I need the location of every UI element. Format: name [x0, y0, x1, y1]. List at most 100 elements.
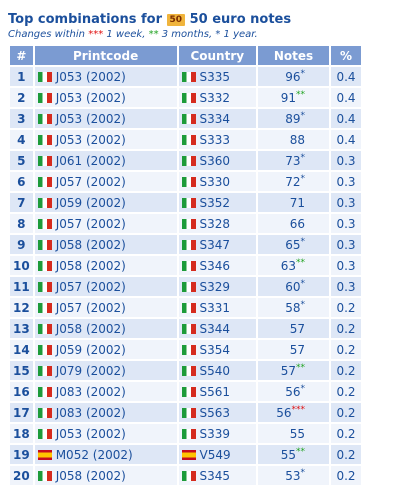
country-cell[interactable]: S331 — [178, 298, 256, 317]
printcode-link[interactable]: J058 (2002) — [56, 322, 126, 336]
table-row[interactable]: 10 J058 (2002) S346 63** 0.3 — [10, 256, 361, 275]
country-cell[interactable]: V549 — [178, 445, 256, 464]
column-header-printcode[interactable]: Printcode — [34, 46, 177, 65]
printcode-link[interactable]: J058 (2002) — [56, 238, 126, 252]
printcode-link[interactable]: J058 (2002) — [56, 469, 126, 483]
column-header-percent[interactable]: % — [331, 46, 361, 65]
country-cell[interactable]: S352 — [178, 193, 256, 212]
country-code-link[interactable]: S344 — [200, 322, 231, 336]
country-cell[interactable]: S344 — [178, 319, 256, 338]
printcode-link[interactable]: J053 (2002) — [56, 91, 126, 105]
country-code-link[interactable]: S329 — [200, 280, 231, 294]
printcode-cell[interactable]: J053 (2002) — [34, 109, 177, 128]
printcode-cell[interactable]: J053 (2002) — [34, 88, 177, 107]
column-header-notes[interactable]: Notes — [258, 46, 329, 65]
country-cell[interactable]: S339 — [178, 424, 256, 443]
country-cell[interactable]: S345 — [178, 466, 256, 485]
country-cell[interactable]: S354 — [178, 340, 256, 359]
country-code-link[interactable]: S334 — [200, 112, 231, 126]
country-code-link[interactable]: V549 — [200, 448, 231, 462]
printcode-cell[interactable]: J057 (2002) — [34, 172, 177, 191]
country-code-link[interactable]: S345 — [200, 469, 231, 483]
printcode-link[interactable]: J053 (2002) — [56, 70, 126, 84]
printcode-link[interactable]: J061 (2002) — [56, 154, 126, 168]
table-row[interactable]: 6 J057 (2002) S330 72* 0.3 — [10, 172, 361, 191]
country-cell[interactable]: S332 — [178, 88, 256, 107]
printcode-cell[interactable]: J083 (2002) — [34, 382, 177, 401]
country-cell[interactable]: S360 — [178, 151, 256, 170]
country-code-link[interactable]: S346 — [200, 259, 231, 273]
country-code-link[interactable]: S331 — [200, 301, 231, 315]
printcode-cell[interactable]: M052 (2002) — [34, 445, 177, 464]
table-row[interactable]: 13 J058 (2002) S344 57 0.2 — [10, 319, 361, 338]
country-cell[interactable]: S333 — [178, 130, 256, 149]
printcode-link[interactable]: J079 (2002) — [56, 364, 126, 378]
table-row[interactable]: 14 J059 (2002) S354 57 0.2 — [10, 340, 361, 359]
country-code-link[interactable]: S360 — [200, 154, 231, 168]
table-row[interactable]: 1 J053 (2002) S335 96* 0.4 — [10, 67, 361, 86]
country-code-link[interactable]: S561 — [200, 385, 231, 399]
table-row[interactable]: 19 M052 (2002) V549 55** 0.2 — [10, 445, 361, 464]
country-code-link[interactable]: S563 — [200, 406, 231, 420]
printcode-cell[interactable]: J058 (2002) — [34, 235, 177, 254]
country-code-link[interactable]: S335 — [200, 70, 231, 84]
country-cell[interactable]: S330 — [178, 172, 256, 191]
table-row[interactable]: 18 J053 (2002) S339 55 0.2 — [10, 424, 361, 443]
table-row[interactable]: 15 J079 (2002) S540 57** 0.2 — [10, 361, 361, 380]
table-row[interactable]: 2 J053 (2002) S332 91** 0.4 — [10, 88, 361, 107]
table-row[interactable]: 20 J058 (2002) S345 53* 0.2 — [10, 466, 361, 485]
printcode-cell[interactable]: J079 (2002) — [34, 361, 177, 380]
printcode-link[interactable]: J058 (2002) — [56, 259, 126, 273]
country-code-link[interactable]: S347 — [200, 238, 231, 252]
printcode-cell[interactable]: J059 (2002) — [34, 340, 177, 359]
printcode-link[interactable]: J059 (2002) — [56, 343, 126, 357]
printcode-link[interactable]: J057 (2002) — [56, 301, 126, 315]
country-cell[interactable]: S561 — [178, 382, 256, 401]
table-row[interactable]: 5 J061 (2002) S360 73* 0.3 — [10, 151, 361, 170]
country-code-link[interactable]: S339 — [200, 427, 231, 441]
printcode-cell[interactable]: J058 (2002) — [34, 319, 177, 338]
country-cell[interactable]: S563 — [178, 403, 256, 422]
table-row[interactable]: 9 J058 (2002) S347 65* 0.3 — [10, 235, 361, 254]
table-row[interactable]: 16 J083 (2002) S561 56* 0.2 — [10, 382, 361, 401]
country-cell[interactable]: S335 — [178, 67, 256, 86]
table-row[interactable]: 7 J059 (2002) S352 71 0.3 — [10, 193, 361, 212]
printcode-link[interactable]: J083 (2002) — [56, 406, 126, 420]
table-row[interactable]: 17 J083 (2002) S563 56*** 0.2 — [10, 403, 361, 422]
printcode-link[interactable]: J053 (2002) — [56, 133, 126, 147]
printcode-cell[interactable]: J057 (2002) — [34, 298, 177, 317]
printcode-cell[interactable]: J053 (2002) — [34, 424, 177, 443]
country-cell[interactable]: S346 — [178, 256, 256, 275]
printcode-cell[interactable]: J083 (2002) — [34, 403, 177, 422]
country-code-link[interactable]: S354 — [200, 343, 231, 357]
printcode-cell[interactable]: J057 (2002) — [34, 277, 177, 296]
printcode-cell[interactable]: J053 (2002) — [34, 130, 177, 149]
country-cell[interactable]: S328 — [178, 214, 256, 233]
country-cell[interactable]: S334 — [178, 109, 256, 128]
table-row[interactable]: 11 J057 (2002) S329 60* 0.3 — [10, 277, 361, 296]
column-header-rank[interactable]: # — [10, 46, 33, 65]
printcode-link[interactable]: J083 (2002) — [56, 385, 126, 399]
country-code-link[interactable]: S332 — [200, 91, 231, 105]
printcode-link[interactable]: M052 (2002) — [56, 448, 133, 462]
country-code-link[interactable]: S330 — [200, 175, 231, 189]
country-cell[interactable]: S347 — [178, 235, 256, 254]
country-code-link[interactable]: S352 — [200, 196, 231, 210]
country-cell[interactable]: S540 — [178, 361, 256, 380]
country-code-link[interactable]: S540 — [200, 364, 231, 378]
printcode-cell[interactable]: J058 (2002) — [34, 466, 177, 485]
country-code-link[interactable]: S333 — [200, 133, 231, 147]
printcode-link[interactable]: J059 (2002) — [56, 196, 126, 210]
printcode-cell[interactable]: J053 (2002) — [34, 67, 177, 86]
printcode-cell[interactable]: J061 (2002) — [34, 151, 177, 170]
country-code-link[interactable]: S328 — [200, 217, 231, 231]
printcode-cell[interactable]: J057 (2002) — [34, 214, 177, 233]
printcode-link[interactable]: J053 (2002) — [56, 112, 126, 126]
country-cell[interactable]: S329 — [178, 277, 256, 296]
printcode-cell[interactable]: J058 (2002) — [34, 256, 177, 275]
table-row[interactable]: 12 J057 (2002) S331 58* 0.2 — [10, 298, 361, 317]
printcode-cell[interactable]: J059 (2002) — [34, 193, 177, 212]
printcode-link[interactable]: J057 (2002) — [56, 217, 126, 231]
column-header-country[interactable]: Country — [178, 46, 256, 65]
table-row[interactable]: 3 J053 (2002) S334 89* 0.4 — [10, 109, 361, 128]
